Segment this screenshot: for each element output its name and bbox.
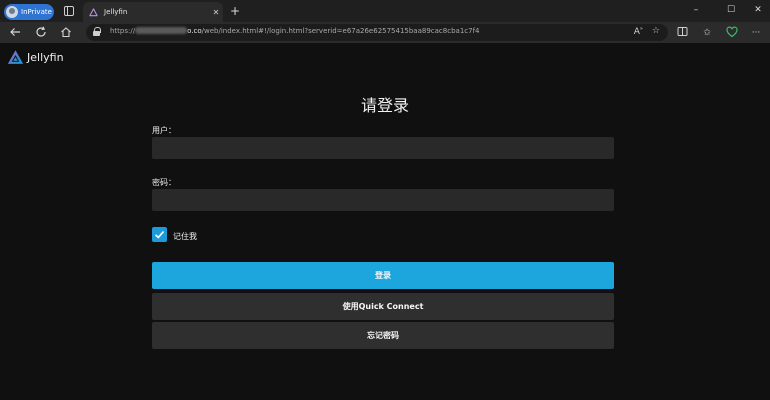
- remember-me-checkbox[interactable]: [152, 227, 167, 242]
- inprivate-label: InPrivate: [21, 8, 52, 16]
- jellyfin-logo-icon[interactable]: [7, 49, 24, 66]
- new-tab-button[interactable]: +: [228, 4, 242, 18]
- extension-icon[interactable]: [725, 26, 739, 40]
- tab-close-icon[interactable]: ✕: [209, 8, 223, 17]
- address-bar[interactable]: https://o.co/web/index.html#!/login.html…: [86, 24, 668, 41]
- quick-connect-button[interactable]: 使用Quick Connect: [152, 293, 614, 320]
- browser-toolbar: https://o.co/web/index.html#!/login.html…: [0, 22, 770, 43]
- remember-me-label[interactable]: 记住我: [173, 231, 197, 242]
- inprivate-badge[interactable]: InPrivate: [4, 4, 54, 20]
- minimize-button[interactable]: –: [681, 3, 711, 17]
- password-label: 密码：: [152, 178, 176, 187]
- tab-actions-icon[interactable]: [64, 6, 74, 16]
- redacted-host: [135, 27, 188, 34]
- browser-tab-strip: InPrivate Jellyfin ✕ + – ☐ ✕: [0, 0, 770, 22]
- more-icon[interactable]: ···: [749, 26, 763, 40]
- refresh-icon[interactable]: [34, 26, 48, 40]
- lock-icon[interactable]: [93, 27, 101, 37]
- brand-name[interactable]: Jellyfin: [27, 51, 64, 64]
- home-icon[interactable]: [59, 26, 73, 40]
- login-button[interactable]: 登录: [152, 262, 614, 289]
- profile-avatar-icon: [6, 6, 18, 18]
- read-aloud-icon[interactable]: A»: [634, 26, 643, 37]
- checkmark-icon: [154, 230, 165, 239]
- password-input[interactable]: [152, 189, 614, 211]
- back-arrow-icon[interactable]: [8, 26, 22, 40]
- tab-jellyfin[interactable]: Jellyfin ✕: [83, 2, 223, 22]
- app-header: Jellyfin: [0, 43, 770, 71]
- jellyfin-favicon-icon: [89, 7, 98, 16]
- favorite-star-icon[interactable]: ☆: [652, 26, 660, 37]
- url-text[interactable]: https://o.co/web/index.html#!/login.html…: [110, 27, 480, 35]
- split-screen-icon[interactable]: [675, 26, 689, 40]
- username-input[interactable]: [152, 137, 614, 159]
- tab-title: Jellyfin: [104, 8, 128, 16]
- username-label: 用户：: [152, 126, 176, 135]
- page-title: 请登录: [360, 96, 409, 115]
- favorites-icon[interactable]: ✩: [700, 26, 714, 40]
- forgot-password-button[interactable]: 忘记密码: [152, 322, 614, 349]
- maximize-button[interactable]: ☐: [716, 3, 746, 17]
- window-close-button[interactable]: ✕: [743, 3, 770, 17]
